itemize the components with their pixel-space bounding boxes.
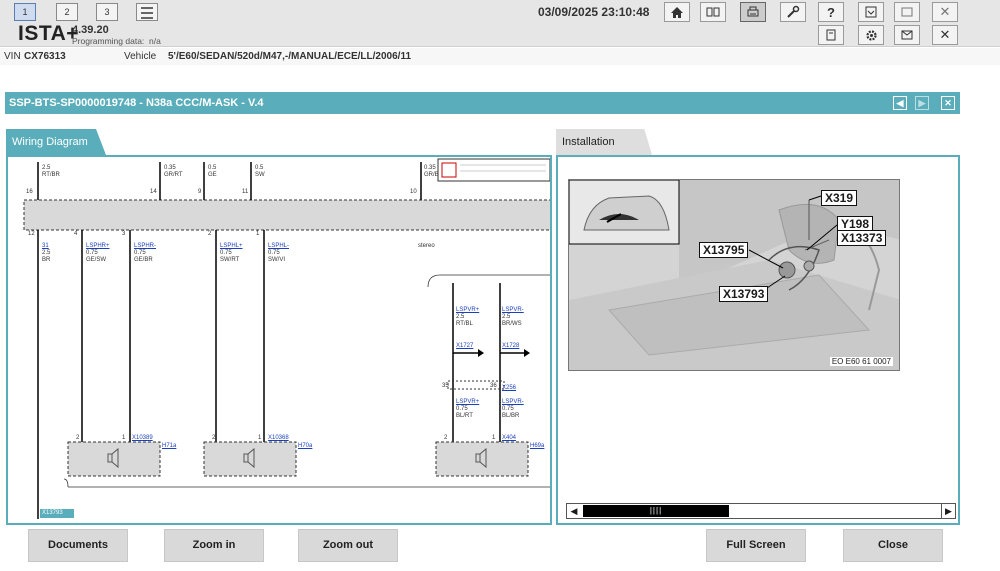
tab-wiring-diagram[interactable]: Wiring Diagram bbox=[6, 129, 106, 155]
callout-label: X13795 bbox=[699, 242, 749, 258]
image-caption: EO E60 61 0007 bbox=[829, 357, 893, 366]
pin-number: 1 bbox=[258, 435, 262, 441]
close-icon[interactable]: ✕ bbox=[932, 2, 958, 22]
callout-label: X13793 bbox=[719, 286, 769, 302]
module-title: SSP-BTS-SP0000019748 - N38a CCC/M-ASK - … bbox=[9, 97, 264, 109]
scroll-right-icon[interactable]: ▶ bbox=[941, 504, 955, 518]
version: 4.39.20 bbox=[72, 24, 109, 36]
previous-icon[interactable]: ◀ bbox=[893, 96, 907, 110]
programming-data: Programming data: n/a bbox=[72, 36, 161, 46]
wire-label: LSPVR- 2.5 BR/WS bbox=[502, 307, 524, 327]
connector-link[interactable]: X10368 bbox=[268, 435, 289, 442]
home-icon[interactable] bbox=[664, 2, 690, 22]
scroll-thumb[interactable]: |||| bbox=[583, 505, 729, 517]
window-icon[interactable] bbox=[894, 2, 920, 22]
pin-number: 2 bbox=[444, 435, 448, 441]
close-session-icon[interactable]: ✕ bbox=[932, 25, 958, 45]
pin-number: 2 bbox=[208, 231, 212, 237]
zoom-in-button[interactable]: Zoom in bbox=[164, 529, 264, 562]
documents-button[interactable]: Documents bbox=[28, 529, 128, 562]
vehicle-info-row: VIN CX76313 Vehicle 5'/E60/SEDAN/520d/M4… bbox=[0, 48, 1000, 65]
scroll-left-icon[interactable]: ◀ bbox=[567, 504, 581, 518]
pin-number: 4 bbox=[74, 231, 78, 237]
close-button[interactable]: Close bbox=[843, 529, 943, 562]
pin-number: 16 bbox=[26, 189, 33, 195]
pin-number: 35 bbox=[442, 383, 449, 389]
wire-label: LSPVR+ 0.75 BL/RT bbox=[456, 399, 480, 419]
mail-icon[interactable] bbox=[894, 25, 920, 45]
print-icon[interactable] bbox=[740, 2, 766, 22]
wire-label: LSPHR+ 0.75 GE/SW bbox=[86, 243, 110, 263]
pin-number: 1 bbox=[122, 435, 126, 441]
wire-label: 0.35 GR/B bbox=[424, 165, 439, 178]
pin-number: 2 bbox=[76, 435, 80, 441]
pin-number: 10 bbox=[410, 189, 417, 195]
speaker-link[interactable]: H71a bbox=[162, 443, 176, 450]
full-screen-button[interactable]: Full Screen bbox=[706, 529, 806, 562]
connector-link[interactable]: X256 bbox=[502, 385, 516, 392]
tab-installation-location[interactable]: Installation Location bbox=[556, 129, 652, 155]
wire-label: 31 2.5 BR bbox=[42, 243, 51, 263]
session-tab-1[interactable]: 1 bbox=[14, 3, 36, 21]
car-interior-illustration bbox=[569, 180, 899, 370]
pin-number: 14 bbox=[150, 189, 157, 195]
wire-label: LSPHL+ 0.75 SW/RT bbox=[220, 243, 243, 263]
wire-label: 0.5 SW bbox=[255, 165, 265, 178]
vehicle-label: Vehicle bbox=[124, 51, 157, 62]
connector-link[interactable]: X10389 bbox=[132, 435, 153, 442]
split-view-icon[interactable] bbox=[700, 2, 726, 22]
next-icon[interactable]: ▶ bbox=[915, 96, 929, 110]
help-icon[interactable]: ? bbox=[818, 2, 844, 22]
vehicle-value: 5'/E60/SEDAN/520d/M47,-/MANUAL/ECE/LL/20… bbox=[168, 51, 412, 62]
close-module-icon[interactable]: ✕ bbox=[941, 96, 955, 110]
wire-label: 0.5 GE bbox=[208, 165, 217, 178]
installation-image: X319 Y198 X13373 X13795 X13793 EO E60 61… bbox=[568, 179, 900, 371]
pin-number: 1 bbox=[256, 231, 260, 237]
installation-location-panel: X319 Y198 X13373 X13795 X13793 EO E60 61… bbox=[556, 155, 960, 525]
vin-value: CX76313 bbox=[24, 51, 66, 62]
app-title: ISTA+ bbox=[18, 22, 80, 45]
ground-label[interactable]: X13793 bbox=[42, 510, 63, 517]
callout-label: X319 bbox=[821, 190, 858, 206]
programming-value: n/a bbox=[149, 36, 161, 46]
wrench-icon[interactable] bbox=[780, 2, 806, 22]
pin-number: 1 bbox=[492, 435, 496, 441]
wire-label: LSPVR- 0.75 BL/BR bbox=[502, 399, 524, 419]
pin-number: 36 bbox=[490, 383, 497, 389]
top-toolbar: 1 2 3 03/09/2025 23:10:48 ? ✕ ISTA+ 4.39… bbox=[0, 0, 1000, 47]
pin-number: 2 bbox=[212, 435, 216, 441]
gear-icon[interactable] bbox=[858, 25, 884, 45]
wiring-diagram bbox=[23, 158, 550, 519]
wire-label: 0.35 GR/RT bbox=[164, 165, 183, 178]
pin-number: 11 bbox=[242, 189, 249, 195]
wire-label: LSPHL- 0.75 SW/VI bbox=[268, 243, 290, 263]
speaker-link[interactable]: H69a bbox=[530, 443, 544, 450]
wire-label: LSPHR- 0.75 GE/BR bbox=[134, 243, 157, 263]
date-time: 03/09/2025 23:10:48 bbox=[538, 5, 650, 19]
wire-label: 2.5 RT/BR bbox=[42, 165, 60, 178]
speaker-link[interactable]: H70a bbox=[298, 443, 312, 450]
horizontal-scrollbar[interactable]: ◀ |||| ▶ bbox=[566, 503, 956, 519]
stereo-label: stereo bbox=[418, 243, 435, 249]
download-icon[interactable] bbox=[858, 2, 884, 22]
callout-label: X13373 bbox=[837, 230, 887, 246]
list-view-icon[interactable] bbox=[136, 3, 158, 21]
pin-number: 3 bbox=[122, 231, 126, 237]
vin-label: VIN bbox=[4, 51, 21, 62]
wire-label: LSPVR+ 2.5 RT/BL bbox=[456, 307, 480, 327]
session-tab-3[interactable]: 3 bbox=[96, 3, 118, 21]
connector-link[interactable]: X1727 bbox=[456, 343, 473, 350]
connector-link[interactable]: X404 bbox=[502, 435, 516, 442]
programming-label: Programming data: bbox=[72, 36, 145, 46]
module-header: SSP-BTS-SP0000019748 - N38a CCC/M-ASK - … bbox=[5, 92, 960, 114]
zoom-out-button[interactable]: Zoom out bbox=[298, 529, 398, 562]
connector-link[interactable]: X1728 bbox=[502, 343, 519, 350]
session-tab-2[interactable]: 2 bbox=[56, 3, 78, 21]
pin-number: 12 bbox=[28, 231, 35, 237]
pin-number: 9 bbox=[198, 189, 202, 195]
wiring-diagram-panel[interactable]: 2.5 RT/BR 16 0.35 GR/RT 14 0.5 GE 9 0.5 SW 1… bbox=[6, 155, 552, 525]
device-icon[interactable] bbox=[818, 25, 844, 45]
